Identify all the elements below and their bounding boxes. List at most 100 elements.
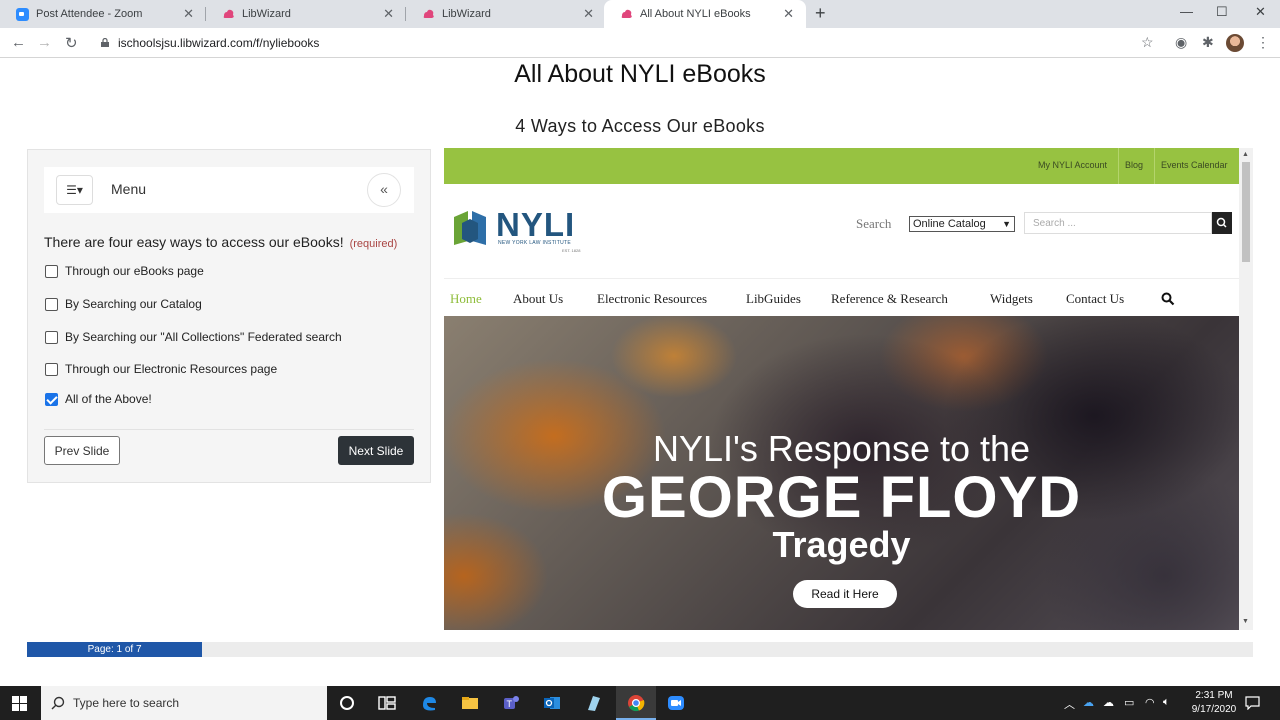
nav-home[interactable]: Home [450, 291, 482, 307]
edge-icon[interactable] [420, 694, 438, 712]
separator [1118, 148, 1119, 184]
hero-banner: NYLI's Response to the GEORGE FLOYD Trag… [444, 316, 1239, 630]
notepad-icon[interactable] [584, 694, 602, 712]
onedrive-icon[interactable]: ☁ [1083, 696, 1094, 709]
site-search-input[interactable]: Search ... [1024, 212, 1212, 234]
next-slide-button[interactable]: Next Slide [338, 436, 414, 465]
scroll-up-icon[interactable]: ▲ [1242, 151, 1249, 158]
quiz-panel: ☰▾ Menu « There are four easy ways to ac… [27, 149, 431, 483]
scrollbar[interactable]: ▲ ▼ [1239, 148, 1253, 630]
url-input[interactable]: ischoolsjsu.libwizard.com/f/nyliebooks [118, 36, 319, 50]
option-label: All of the Above! [65, 392, 152, 406]
forward-icon[interactable]: → [37, 34, 52, 51]
tab-libwizard-1[interactable]: LibWizard ✕ [206, 0, 406, 28]
divider [44, 429, 414, 430]
new-tab-button[interactable]: + [815, 3, 826, 24]
outlook-icon[interactable] [543, 694, 561, 712]
checkbox[interactable] [45, 297, 58, 311]
blog-link[interactable]: Blog [1125, 160, 1143, 170]
nav-electronic-resources[interactable]: Electronic Resources [597, 291, 707, 307]
search-icon[interactable] [1161, 292, 1175, 306]
search-submit-button[interactable] [1212, 212, 1232, 234]
more-menu-icon[interactable]: ⋮ [1256, 34, 1270, 51]
minimize-button[interactable]: — [1180, 4, 1193, 19]
zoom-app-icon[interactable] [667, 694, 685, 712]
option-all-of-above[interactable]: All of the Above! [45, 391, 152, 407]
nyli-top-bar: My NYLI Account Blog Events Calendar [444, 148, 1239, 184]
separator [1154, 148, 1155, 184]
cortana-icon[interactable] [338, 694, 356, 712]
close-icon[interactable]: ✕ [183, 6, 194, 22]
checkbox[interactable] [45, 264, 58, 278]
option-label: Through our Electronic Resources page [65, 362, 278, 376]
clock[interactable]: 2:31 PM 9/17/2020 [1188, 689, 1240, 717]
taskbar-search[interactable]: Type here to search [41, 686, 327, 720]
windows-start-icon[interactable] [12, 696, 27, 711]
option-ebooks-page[interactable]: Through our eBooks page [45, 263, 204, 279]
tab-zoom[interactable]: Post Attendee - Zoom ✕ [0, 0, 206, 28]
progress-bar: Page: 1 of 7 [27, 642, 1253, 657]
zoom-icon [16, 8, 29, 21]
battery-icon[interactable]: ▭ [1124, 696, 1134, 709]
events-calendar-link[interactable]: Events Calendar [1161, 160, 1228, 170]
option-federated-search[interactable]: By Searching our "All Collections" Feder… [45, 329, 342, 345]
nyli-logo-text[interactable]: NYLI [496, 206, 575, 244]
cloud-icon[interactable]: ☁ [1103, 696, 1114, 709]
option-electronic-resources[interactable]: Through our Electronic Resources page [45, 361, 277, 377]
checkbox-checked[interactable] [45, 392, 58, 406]
close-icon[interactable]: ✕ [383, 6, 394, 22]
catalog-select-value: Online Catalog [913, 218, 986, 230]
my-account-link[interactable]: My NYLI Account [1038, 160, 1107, 170]
tab-title: Post Attendee - Zoom [36, 8, 143, 20]
chrome-icon [628, 695, 645, 712]
read-it-here-button[interactable]: Read it Here [793, 580, 897, 608]
taskbar-search-input: Type here to search [73, 696, 180, 710]
menu-label: Menu [111, 181, 147, 197]
notifications-icon[interactable] [1245, 696, 1260, 710]
prev-slide-button[interactable]: Prev Slide [44, 436, 120, 465]
hero-line-2: GEORGE FLOYD [601, 465, 1082, 530]
divider [444, 278, 1239, 279]
search-icon [51, 696, 65, 710]
checkbox[interactable] [45, 330, 58, 344]
tab-title: LibWizard [442, 8, 491, 20]
option-label: By Searching our Catalog [65, 297, 202, 311]
teams-icon[interactable]: T [502, 694, 520, 712]
volume-icon[interactable]: 🔈︎ [1163, 696, 1170, 709]
browser-tab-bar: Post Attendee - Zoom ✕ LibWizard ✕ LibWi… [0, 0, 1280, 28]
file-explorer-icon[interactable] [461, 694, 479, 712]
back-icon[interactable]: ← [11, 34, 26, 51]
nav-libguides[interactable]: LibGuides [746, 291, 801, 307]
tab-active[interactable]: All About NYLI eBooks ✕ [604, 0, 806, 28]
scroll-down-icon[interactable]: ▼ [1242, 618, 1249, 625]
option-label: By Searching our "All Collections" Feder… [65, 330, 342, 344]
tab-libwizard-2[interactable]: LibWizard ✕ [406, 0, 606, 28]
close-icon[interactable]: ✕ [783, 6, 794, 22]
menu-button[interactable]: ☰▾ [56, 175, 93, 205]
window-close-button[interactable]: ✕ [1255, 4, 1266, 20]
task-view-icon[interactable] [378, 694, 396, 712]
close-icon[interactable]: ✕ [583, 6, 594, 22]
scroll-thumb[interactable] [1242, 162, 1250, 262]
nav-reference-research[interactable]: Reference & Research [831, 291, 948, 307]
search-label: Search [856, 216, 892, 231]
chrome-taskbar-button[interactable] [616, 686, 656, 720]
chevron-up-icon[interactable]: ︿ [1064, 696, 1075, 712]
puzzle-icon[interactable]: ✱ [1202, 34, 1214, 51]
checkbox[interactable] [45, 362, 58, 376]
maximize-button[interactable]: ☐ [1216, 4, 1228, 20]
reload-icon[interactable]: ↻ [65, 34, 78, 52]
wifi-icon[interactable]: ◠ [1145, 696, 1155, 709]
collapse-button[interactable]: « [367, 173, 401, 207]
nav-about-us[interactable]: About Us [513, 291, 563, 307]
option-catalog[interactable]: By Searching our Catalog [45, 296, 202, 312]
nav-widgets[interactable]: Widgets [990, 291, 1033, 307]
embedded-website: My NYLI Account Blog Events Calendar NYL… [444, 148, 1253, 630]
nav-contact-us[interactable]: Contact Us [1066, 291, 1124, 307]
svg-text:T: T [507, 699, 513, 709]
catalog-select[interactable]: Online Catalog ▼ [909, 216, 1015, 232]
question-text: There are four easy ways to access our e… [44, 234, 397, 250]
avatar[interactable] [1226, 34, 1244, 52]
bookmark-star-icon[interactable]: ☆ [1141, 34, 1154, 51]
extension-icon[interactable]: ◉ [1175, 34, 1187, 51]
